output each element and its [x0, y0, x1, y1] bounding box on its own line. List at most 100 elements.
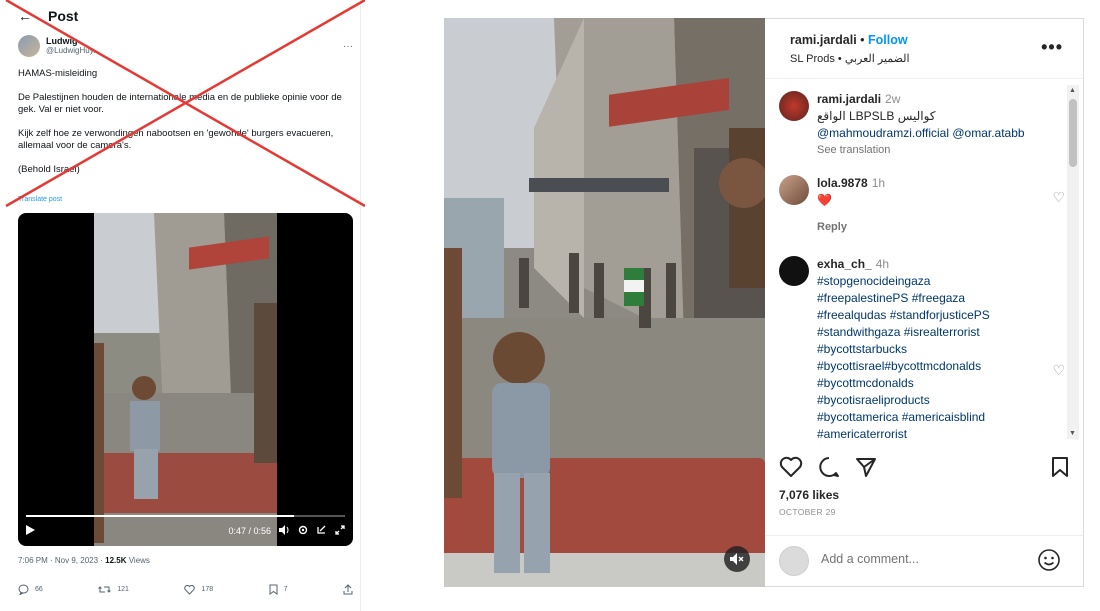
heart-icon[interactable]	[779, 456, 803, 483]
hashtag-line[interactable]: #stopgenocideingaza	[817, 273, 1069, 290]
comment-text: الواقع LBPSLB كواليس	[817, 109, 936, 123]
views-label: Views	[126, 556, 150, 565]
post-text: HAMAS-misleiding De Palestijnen houden d…	[18, 68, 348, 188]
translate-post-link[interactable]: Translate post	[18, 196, 62, 203]
arrow-left-icon[interactable]: ←	[18, 8, 32, 24]
reply-count: 66	[35, 586, 43, 593]
post-timestamp[interactable]: 7:06 PM · Nov 9, 2023 ·	[18, 556, 105, 565]
share-button[interactable]	[343, 584, 353, 595]
add-comment-input[interactable]	[821, 552, 1021, 566]
video-frame	[94, 213, 277, 546]
hashtag-line[interactable]: #freealqudas #standforjusticePS	[817, 307, 1069, 324]
header-username[interactable]: rami.jardali	[790, 33, 857, 47]
post-text-line: Kijk zelf hoe ze verwondingen nabootsen …	[18, 128, 336, 151]
author-names: Ludwig @LudwigHuy...	[46, 36, 100, 56]
scroll-down-icon[interactable]: ▼	[1069, 430, 1076, 437]
instagram-post-panel: rami.jardali • Follow SL Prods • الضمير …	[765, 18, 1084, 587]
fullscreen-icon[interactable]	[335, 525, 345, 537]
comment-time: 4h	[875, 257, 890, 271]
hashtag-line[interactable]: #bycottstarbucks	[817, 341, 1069, 358]
post-actions	[779, 456, 1069, 482]
reply-button[interactable]: 66	[18, 584, 43, 595]
hashtag-line[interactable]: #standwithgaza #isrealterrorist	[817, 324, 1069, 341]
post-text-line: HAMAS-misleiding	[18, 68, 98, 79]
comment-body: exha_ch_ 4h #stopgenocideingaza #freepale…	[817, 256, 1069, 443]
instagram-video[interactable]	[444, 18, 765, 587]
author-name[interactable]: Ludwig	[46, 36, 100, 46]
repost-count: 121	[117, 586, 129, 593]
comment-username[interactable]: rami.jardali	[817, 92, 881, 106]
post-actions: 66 121 178 7	[18, 584, 353, 595]
comment-mentions[interactable]: @mahmoudramzi.official @omar.atabb	[817, 125, 1069, 142]
hashtag-line[interactable]: #americaterrorist	[817, 426, 1069, 443]
comment-username[interactable]: lola.9878	[817, 176, 868, 190]
comment-item: exha_ch_ 4h #stopgenocideingaza #freepale…	[779, 256, 1069, 443]
hashtag-line[interactable]: #bycottmcdonalds	[817, 375, 1069, 392]
video-progress-bar[interactable]	[26, 515, 345, 517]
video-time: 0:47 / 0:56	[228, 526, 271, 536]
comment-body: lola.9878 1h ❤️ Reply	[817, 175, 1069, 236]
avatar[interactable]	[779, 91, 809, 121]
see-translation-link[interactable]: See translation	[817, 142, 1069, 159]
mute-button[interactable]	[724, 546, 750, 572]
post-date: OCTOBER 29	[779, 507, 836, 517]
comments-scrollbar[interactable]: ▲ ▼	[1067, 85, 1079, 439]
header-audio-subtitle[interactable]: SL Prods • الضمير العربي	[790, 52, 910, 65]
hashtag-line[interactable]: #bycottisrael#bycottmcdonalds	[817, 358, 1069, 375]
bookmark-button[interactable]: 7	[269, 584, 288, 595]
hashtag-line[interactable]: #bycotisraeliproducts	[817, 392, 1069, 409]
heart-outline-icon[interactable]: ♡	[1052, 362, 1065, 379]
comments-list: rami.jardali 2w الواقع LBPSLB كواليس @mah…	[765, 81, 1071, 443]
save-bookmark-icon[interactable]	[1051, 456, 1069, 483]
video-progress-fill	[26, 515, 294, 517]
likes-count[interactable]: 7,076 likes	[779, 488, 839, 502]
separator: •	[856, 33, 869, 47]
twitter-post-panel: ← Post Ludwig @LudwigHuy... ··· HAMAS-mi…	[4, 0, 365, 611]
avatar[interactable]	[779, 256, 809, 286]
emoji-icon[interactable]	[1037, 548, 1061, 572]
video-frame	[444, 18, 765, 587]
post-header: ← Post	[18, 6, 78, 26]
play-icon[interactable]	[26, 525, 35, 537]
picture-in-picture-icon[interactable]	[316, 525, 327, 537]
scrollbar-thumb[interactable]	[1069, 99, 1077, 167]
like-count: 178	[201, 586, 214, 593]
comment-icon[interactable]	[817, 456, 841, 483]
heart-outline-icon[interactable]: ♡	[1052, 189, 1065, 206]
post-meta: 7:06 PM · Nov 9, 2023 · 12.5K Views	[18, 556, 150, 565]
comment-item: lola.9878 1h ❤️ Reply ♡	[779, 175, 1069, 236]
post-text-line: De Palestijnen houden de internationale …	[18, 92, 345, 115]
bookmark-count: 7	[283, 586, 288, 593]
add-comment-bar	[765, 535, 1083, 587]
share-icon	[343, 584, 353, 595]
scroll-up-icon[interactable]: ▲	[1069, 87, 1076, 94]
settings-gear-icon[interactable]	[298, 525, 308, 537]
repost-button[interactable]: 121	[98, 584, 129, 595]
hashtag-line[interactable]: #bycottamerica #americaisblind	[817, 409, 1069, 426]
header-user-line: rami.jardali • Follow	[790, 33, 908, 47]
caption-comment: rami.jardali 2w الواقع LBPSLB كواليس @mah…	[779, 91, 1069, 159]
comment-time: 1h	[871, 176, 886, 190]
post-header: rami.jardali • Follow SL Prods • الضمير …	[765, 19, 1083, 79]
comment-username[interactable]: exha_ch_	[817, 257, 872, 271]
video-player[interactable]: 0:47 / 0:56	[18, 213, 353, 546]
avatar[interactable]	[779, 175, 809, 205]
like-button[interactable]: 178	[184, 584, 214, 595]
views-count: 12.5K	[105, 556, 127, 565]
reply-link[interactable]: Reply	[817, 219, 1069, 236]
video-controls: 0:47 / 0:56	[26, 523, 345, 539]
hashtag-line[interactable]: #freepalestinePS #freegaza	[817, 290, 1069, 307]
post-author: Ludwig @LudwigHuy... ···	[18, 35, 353, 57]
avatar[interactable]	[18, 35, 40, 57]
bookmark-icon	[269, 584, 278, 595]
reply-icon	[18, 584, 29, 595]
comment-time: 2w	[885, 92, 901, 106]
follow-button[interactable]: Follow	[868, 33, 908, 47]
avatar	[779, 546, 809, 576]
share-icon[interactable]	[855, 456, 877, 483]
volume-icon[interactable]	[279, 525, 290, 537]
muted-speaker-icon	[730, 553, 744, 565]
more-options-icon[interactable]: ···	[343, 41, 353, 52]
more-options-icon[interactable]: •••	[1041, 37, 1063, 58]
author-handle[interactable]: @LudwigHuy...	[46, 46, 100, 56]
